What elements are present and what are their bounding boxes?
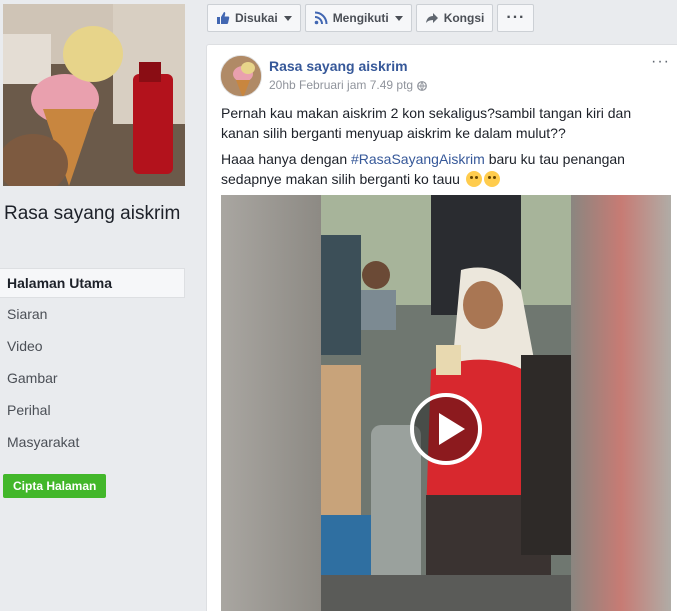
ice-cream-photo (3, 4, 185, 186)
nav-item-about[interactable]: Perihal (0, 394, 185, 426)
chevron-down-icon (394, 15, 403, 21)
thumbs-up-icon (216, 11, 230, 25)
share-button[interactable]: Kongsi (415, 4, 494, 32)
share-arrow-icon (425, 11, 439, 25)
page-profile-picture[interactable] (3, 4, 185, 186)
left-column: Rasa sayang aiskrim Halaman Utama Siaran… (0, 0, 198, 611)
page-name[interactable]: Rasa sayang aiskrim (4, 200, 184, 227)
liked-label: Disukai (235, 11, 278, 25)
post-author-name[interactable]: Rasa sayang aiskrim (269, 58, 408, 74)
post-meta: 20hb Februari jam 7.49 ptg (269, 78, 427, 92)
nav-item-community[interactable]: Masyarakat (0, 426, 185, 458)
nav-item-photos[interactable]: Gambar (0, 362, 185, 394)
play-button-icon[interactable] (410, 393, 482, 465)
nav-item-posts[interactable]: Siaran (0, 298, 185, 330)
hashtag-link[interactable]: #RasaSayangAiskrim (351, 151, 485, 167)
page-action-bar: Disukai Mengikuti Kongsi ··· (207, 4, 538, 33)
post-video[interactable] (221, 195, 671, 611)
chevron-down-icon (283, 15, 292, 21)
rss-follow-icon (314, 11, 328, 25)
page-navigation: Halaman Utama Siaran Video Gambar Periha… (0, 268, 185, 458)
post-body: Pernah kau makan aiskrim 2 kon sekaligus… (221, 103, 661, 195)
nav-item-home[interactable]: Halaman Utama (0, 268, 185, 298)
create-page-button[interactable]: Cipta Halaman (3, 474, 107, 498)
globe-icon (417, 80, 427, 91)
more-options-button[interactable]: ··· (497, 4, 535, 32)
following-label: Mengikuti (332, 11, 389, 25)
post-text-prefix: Haaa hanya dengan (221, 151, 351, 167)
laughing-tears-emoji-icon (483, 171, 500, 187)
share-label: Kongsi (443, 11, 485, 25)
post-text-line1: Pernah kau makan aiskrim 2 kon sekaligus… (221, 105, 632, 141)
post-text-line2: Haaa hanya dengan #RasaSayangAiskrim bar… (221, 149, 661, 189)
post-author-avatar[interactable] (220, 55, 262, 97)
following-button[interactable]: Mengikuti (304, 4, 412, 32)
post-options-icon[interactable]: ··· (651, 53, 670, 71)
liked-button[interactable]: Disukai (207, 4, 301, 32)
smiling-emoji-icon (465, 171, 482, 187)
nav-item-videos[interactable]: Video (0, 330, 185, 362)
post-timestamp[interactable]: 20hb Februari jam 7.49 ptg (269, 78, 413, 92)
feed-post: Rasa sayang aiskrim 20hb Februari jam 7.… (206, 44, 677, 611)
